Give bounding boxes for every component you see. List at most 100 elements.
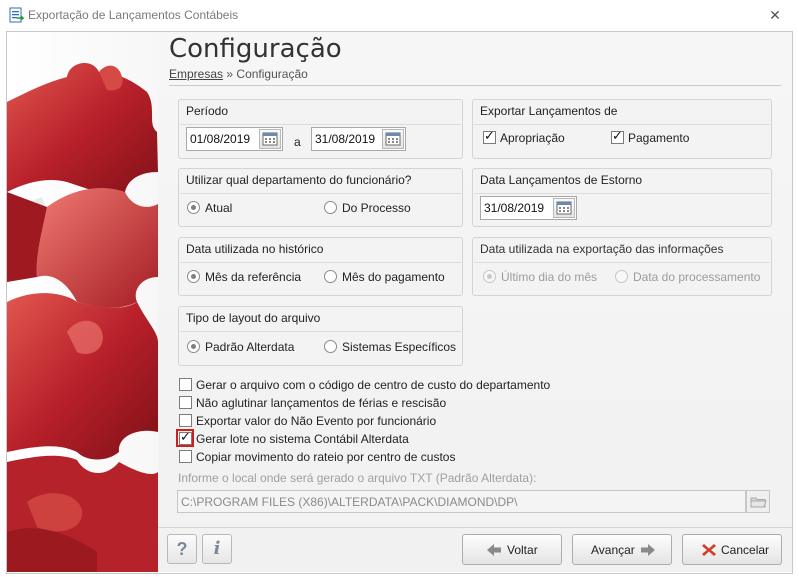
folder-icon[interactable] [746,490,770,513]
option-aglutinar-checkbox[interactable] [179,396,192,409]
option-nao-evento-row[interactable]: Exportar valor do Não Evento por funcion… [179,413,449,429]
exportacao-info-group: Data utilizada na exportação das informa… [472,237,772,296]
path-input: C:\PROGRAM FILES (X86)\ALTERDATA\PACK\DI… [177,490,746,513]
group-divider [474,193,770,194]
breadcrumb-current: Configuração [236,67,308,81]
option-gerar-lote-row[interactable]: Gerar lote no sistema Contábil Alterdata [179,430,419,447]
exportacao-option-label: Data do processamento [633,270,761,284]
option-centro-custo-checkbox[interactable] [179,378,192,391]
option-label: Exportar valor do Não Evento por funcion… [196,414,437,428]
layout-option-label: Sistemas Específicos [342,340,457,354]
option-rateio-checkbox[interactable] [179,450,192,463]
estorno-date-field[interactable]: 31/08/2019 [480,196,577,220]
option-aglutinar-row[interactable]: Não aglutinar lançamentos de férias e re… [179,395,459,411]
pagamento-label: Pagamento [628,131,690,145]
arrow-left-icon [487,544,501,556]
footer-divider [158,527,792,528]
option-label: Gerar o arquivo com o código de centro d… [196,378,551,392]
option-centro-custo-row[interactable]: Gerar o arquivo com o código de centro d… [179,377,559,393]
layout-title: Tipo de layout do arquivo [186,311,321,325]
calendar-icon[interactable] [553,198,575,218]
estorno-title: Data Lançamentos de Estorno [480,173,643,187]
periodo-between-label: a [294,135,301,149]
cancel-button[interactable]: Cancelar [682,534,782,565]
breadcrumb-separator: » [226,67,234,81]
option-label: Gerar lote no sistema Contábil Alterdata [196,432,409,446]
next-button[interactable]: Avançar [572,534,672,565]
close-icon[interactable]: ✕ [766,6,784,24]
back-button-label: Voltar [507,543,538,557]
apropriacao-checkbox[interactable] [483,129,496,144]
x-icon [702,544,716,556]
option-nao-evento-checkbox[interactable] [179,414,192,427]
group-divider [180,124,461,125]
departamento-radio-atual[interactable] [187,201,200,214]
exportacao-info-title: Data utilizada na exportação das informa… [480,242,724,256]
puzzle-illustration [7,32,158,572]
exportacao-radio-processamento [615,270,628,283]
historico-radio-pagamento[interactable] [324,270,337,283]
window-title: Exportação de Lançamentos Contábeis [28,8,239,22]
breadcrumb: Empresas » Configuração [169,67,308,81]
exportacao-option-processamento: Data do processamento [615,269,765,285]
layout-radio-padrao[interactable] [187,340,200,353]
historico-option-referencia[interactable]: Mês da referência [187,269,317,285]
departamento-radio-processo[interactable] [324,201,337,214]
info-button[interactable]: i [202,534,232,564]
historico-title: Data utilizada no histórico [186,242,324,256]
exportar-title: Exportar Lançamentos de [480,104,618,118]
layout-option-especificos[interactable]: Sistemas Específicos [324,339,459,355]
periodo-start-value: 01/08/2019 [190,132,251,146]
periodo-end-value: 31/08/2019 [315,132,376,146]
periodo-start-field[interactable]: 01/08/2019 [186,127,283,151]
departamento-option-label: Atual [205,201,233,215]
header-divider [169,85,781,86]
path-value: C:\PROGRAM FILES (X86)\ALTERDATA\PACK\DI… [181,495,518,509]
cancel-button-label: Cancelar [721,543,770,557]
layout-group: Tipo de layout do arquivo [178,306,463,366]
estorno-date-value: 31/08/2019 [484,201,545,215]
periodo-end-field[interactable]: 31/08/2019 [311,127,406,151]
apropriacao-label: Apropriação [500,131,565,145]
departamento-option-processo[interactable]: Do Processo [324,200,434,216]
page-title: Configuração [169,34,342,64]
calendar-icon[interactable] [259,129,281,149]
historico-option-pagamento[interactable]: Mês do pagamento [324,269,454,285]
historico-group: Data utilizada no histórico [178,237,463,296]
historico-option-label: Mês do pagamento [342,270,445,284]
option-label: Copiar movimento do rateio por centro de… [196,450,456,464]
help-button[interactable]: ? [167,534,197,564]
next-button-label: Avançar [591,543,635,557]
export-app-icon [9,7,24,23]
group-divider [180,262,461,263]
breadcrumb-link-empresas[interactable]: Empresas [169,67,223,81]
calendar-icon[interactable] [382,129,404,149]
group-divider [180,193,461,194]
option-rateio-row[interactable]: Copiar movimento do rateio por centro de… [179,449,469,465]
pagamento-checkbox-row[interactable]: Pagamento [611,129,711,146]
apropriacao-checkbox-row[interactable]: Apropriação [483,129,583,146]
layout-option-label: Padrão Alterdata [205,340,295,354]
historico-radio-referencia[interactable] [187,270,200,283]
title-bar: Exportação de Lançamentos Contábeis ✕ [0,0,799,31]
group-divider [180,331,461,332]
group-divider [474,262,770,263]
historico-option-label: Mês da referência [205,270,302,284]
periodo-title: Período [186,104,229,118]
option-label: Não aglutinar lançamentos de férias e re… [196,396,447,410]
gerar-lote-highlight [176,429,194,447]
departamento-option-label: Do Processo [342,201,411,215]
layout-option-padrao[interactable]: Padrão Alterdata [187,339,307,355]
departamento-title: Utilizar qual departamento do funcionári… [186,173,412,187]
pagamento-checkbox[interactable] [611,129,624,144]
departamento-group: Utilizar qual departamento do funcionári… [178,168,463,227]
back-button[interactable]: Voltar [462,534,562,565]
exportacao-radio-ultimo-dia [483,270,496,283]
arrow-right-icon [641,544,655,556]
path-label: Informe o local onde será gerado o arqui… [178,471,537,485]
group-divider [474,124,770,125]
exportacao-option-label: Último dia do mês [501,270,598,284]
layout-radio-especificos[interactable] [324,340,337,353]
exportacao-option-ultimo-dia: Último dia do mês [483,269,608,285]
departamento-option-atual[interactable]: Atual [187,200,277,216]
